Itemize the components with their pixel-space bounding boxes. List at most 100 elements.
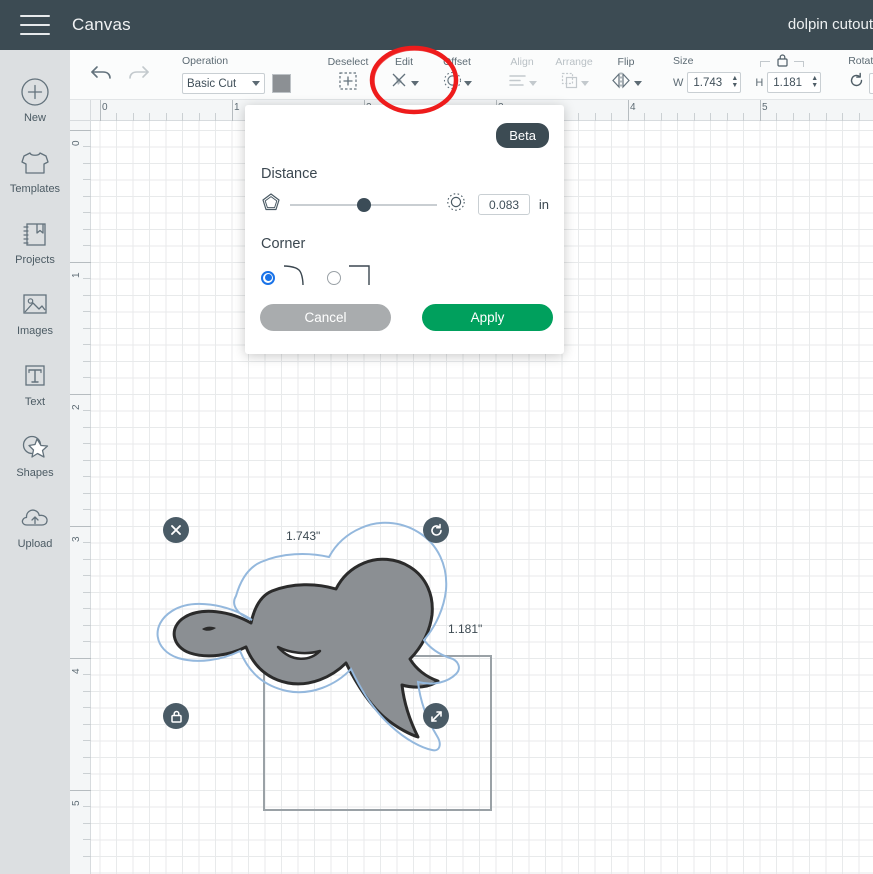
arrange-button[interactable]: Arrange bbox=[555, 50, 593, 100]
corner-sharp-radio[interactable] bbox=[327, 270, 341, 285]
edit-label: Edit bbox=[394, 56, 414, 68]
sidebar-item-new[interactable]: New bbox=[0, 64, 70, 135]
deselect-label: Deselect bbox=[327, 56, 369, 68]
rotate-group: Rotate 0 ▲▼ bbox=[848, 50, 873, 94]
arrange-label: Arrange bbox=[555, 56, 593, 68]
operation-color-swatch[interactable] bbox=[272, 74, 291, 93]
width-input[interactable]: 1.743 ▲ ▼ bbox=[687, 72, 742, 93]
vertical-ruler[interactable]: 0 1 2 3 4 5 bbox=[70, 100, 91, 874]
ruler-v-tick: 2 bbox=[71, 404, 82, 410]
plus-circle-icon bbox=[20, 75, 50, 109]
resize-diagonal-icon bbox=[430, 710, 442, 722]
size-group: Size W 1.743 ▲ ▼ H 1.181 ▲ ▼ bbox=[673, 50, 822, 93]
height-label: H bbox=[755, 76, 764, 89]
picture-icon bbox=[20, 288, 50, 322]
operation-value: Basic Cut bbox=[187, 77, 237, 90]
sidebar-item-upload[interactable]: Upload bbox=[0, 490, 70, 561]
offset-label: Offset bbox=[443, 56, 471, 68]
chevron-down-icon bbox=[252, 81, 260, 86]
rotate-label: Rotate bbox=[848, 55, 873, 67]
corner-title: Corner bbox=[261, 236, 306, 252]
distance-input[interactable]: 0.083 bbox=[478, 194, 530, 215]
flip-label: Flip bbox=[617, 56, 635, 68]
width-label: W bbox=[673, 76, 684, 89]
ruler-v-tick: 3 bbox=[71, 536, 82, 542]
sidebar-label-text: Text bbox=[24, 396, 46, 408]
project-name[interactable]: dolpin cutout bbox=[788, 16, 873, 33]
delete-handle[interactable] bbox=[163, 517, 189, 543]
dialog-actions: Cancel Apply bbox=[260, 304, 553, 331]
flip-icon bbox=[610, 71, 632, 95]
ruler-h-tick: 0 bbox=[102, 102, 108, 113]
redo-arrow-icon[interactable] bbox=[120, 62, 158, 89]
sidebar-item-images[interactable]: Images bbox=[0, 277, 70, 348]
corner-options bbox=[261, 263, 373, 292]
corner-sharp-icon[interactable] bbox=[347, 263, 373, 292]
sidebar-label-new: New bbox=[23, 112, 46, 124]
distance-unit: in bbox=[538, 197, 549, 212]
hamburger-icon[interactable] bbox=[20, 15, 50, 35]
lock-icon bbox=[170, 710, 182, 723]
selection-height-label: 1.181" bbox=[448, 622, 483, 636]
history-group bbox=[82, 50, 158, 100]
cancel-button[interactable]: Cancel bbox=[260, 304, 391, 331]
operation-label: Operation bbox=[182, 55, 229, 67]
size-lock-toggle[interactable] bbox=[760, 54, 804, 67]
shapes-icon bbox=[20, 430, 50, 464]
width-value: 1.743 bbox=[693, 76, 723, 89]
offset-sun-icon bbox=[443, 71, 462, 95]
app-header: Canvas dolpin cutout bbox=[0, 0, 873, 50]
ruler-v-tick: 5 bbox=[71, 800, 82, 806]
distance-slider[interactable] bbox=[290, 197, 438, 212]
ruler-h-tick: 5 bbox=[762, 102, 768, 113]
ruler-v-tick: 0 bbox=[71, 140, 82, 146]
beta-badge: Beta bbox=[496, 123, 549, 148]
rotate-icon bbox=[848, 72, 865, 94]
operation-group: Operation Basic Cut bbox=[182, 50, 291, 94]
operation-select[interactable]: Basic Cut bbox=[182, 73, 265, 94]
sidebar-label-templates: Templates bbox=[9, 183, 61, 195]
offset-outline bbox=[156, 521, 460, 752]
distance-title: Distance bbox=[261, 166, 318, 182]
height-input[interactable]: 1.181 ▲ ▼ bbox=[767, 72, 822, 93]
distance-slider-thumb[interactable] bbox=[357, 197, 371, 212]
lock-icon bbox=[777, 54, 788, 67]
width-stepper[interactable]: ▲ ▼ bbox=[729, 75, 738, 89]
undo-arrow-icon[interactable] bbox=[82, 62, 120, 89]
align-icon bbox=[508, 71, 527, 95]
align-label: Align bbox=[510, 56, 534, 68]
cloud-upload-icon bbox=[19, 501, 51, 535]
apply-button[interactable]: Apply bbox=[422, 304, 553, 331]
edit-button[interactable]: Edit bbox=[386, 50, 422, 100]
main-toolbar: Operation Basic Cut Deselect Edit Offset… bbox=[70, 50, 873, 100]
edit-scissors-icon bbox=[390, 71, 409, 95]
deselect-marquee-icon bbox=[338, 71, 358, 96]
height-stepper[interactable]: ▲ ▼ bbox=[809, 75, 818, 89]
sidebar-item-projects[interactable]: Projects bbox=[0, 206, 70, 277]
height-value: 1.181 bbox=[773, 76, 803, 89]
sidebar-label-projects: Projects bbox=[15, 254, 55, 266]
distance-slider-row: 0.083 in bbox=[261, 192, 549, 217]
left-sidebar: New Templates Projects Images Text Shape… bbox=[0, 50, 70, 874]
flip-button[interactable]: Flip bbox=[608, 50, 644, 100]
lock-handle[interactable] bbox=[163, 703, 189, 729]
chevron-down-icon bbox=[528, 80, 537, 86]
corner-rounded-icon[interactable] bbox=[281, 263, 307, 292]
pentagon-outline-icon bbox=[261, 192, 281, 217]
sidebar-label-upload: Upload bbox=[17, 538, 53, 550]
book-bookmark-icon bbox=[21, 217, 49, 251]
chevron-down-icon bbox=[580, 80, 589, 86]
sidebar-item-templates[interactable]: Templates bbox=[0, 135, 70, 206]
align-button[interactable]: Align bbox=[504, 50, 540, 100]
resize-handle[interactable] bbox=[423, 703, 449, 729]
deselect-button[interactable]: Deselect bbox=[327, 50, 369, 100]
chevron-down-icon bbox=[463, 80, 472, 86]
sidebar-item-shapes[interactable]: Shapes bbox=[0, 419, 70, 490]
rotate-input[interactable]: 0 ▲▼ bbox=[869, 72, 873, 94]
offset-button[interactable]: Offset bbox=[439, 50, 475, 100]
sidebar-item-text[interactable]: Text bbox=[0, 348, 70, 419]
rotate-handle[interactable] bbox=[423, 517, 449, 543]
offset-sun-icon bbox=[446, 192, 466, 217]
ruler-h-tick: 4 bbox=[630, 102, 636, 113]
corner-rounded-radio[interactable] bbox=[261, 270, 275, 285]
